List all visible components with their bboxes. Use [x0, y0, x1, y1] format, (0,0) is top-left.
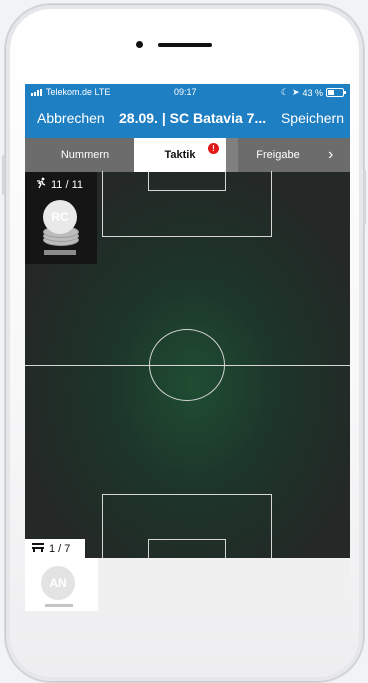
volume-button	[2, 155, 5, 195]
signal-icon	[31, 88, 42, 96]
player-avatar[interactable]: RC	[43, 200, 77, 234]
player-name-placeholder	[44, 250, 76, 255]
tab-bar: Nummern Taktik Freigabe	[25, 138, 350, 172]
page-title: 28.09. | SC Batavia 7...	[119, 110, 267, 126]
bench-count-label: 1 / 7	[49, 542, 71, 555]
cancel-button[interactable]: Abbrechen	[37, 110, 105, 126]
lineup-count: 11 / 11	[35, 177, 83, 192]
alert-badge: !	[208, 143, 219, 154]
player-puck-stack[interactable]: RC	[43, 200, 79, 246]
chevron-right-icon[interactable]: ›	[328, 138, 333, 172]
power-button	[363, 170, 366, 225]
navigation-bar: Abbrechen 28.09. | SC Batavia 7... Speic…	[25, 108, 350, 130]
status-right: ☾ ➤ 43 %	[280, 87, 346, 98]
top-goal-area	[148, 171, 226, 191]
center-circle	[149, 329, 225, 401]
bench-icon	[31, 542, 45, 555]
carrier-info: Telekom.de LTE	[31, 87, 110, 97]
running-player-icon	[35, 177, 47, 192]
bottom-goal-area	[148, 539, 226, 560]
status-bar: Telekom.de LTE 09:17 ☾ ➤ 43 %	[25, 84, 350, 100]
earpiece-speaker	[158, 43, 212, 47]
front-camera	[136, 41, 143, 48]
tab-freigabe[interactable]: Freigabe	[238, 138, 318, 172]
tab-divider	[226, 138, 238, 172]
location-icon: ➤	[291, 87, 300, 97]
bench-player-avatar[interactable]: AN	[41, 566, 75, 600]
bench-area: AN	[25, 558, 350, 611]
battery-percent: 43 %	[302, 87, 323, 98]
lineup-count-label: 11 / 11	[51, 178, 84, 191]
bench-player-name-placeholder	[45, 604, 73, 607]
app-screen: Telekom.de LTE 09:17 ☾ ➤ 43 % Abbrechen …	[25, 84, 350, 611]
top-bar: Telekom.de LTE 09:17 ☾ ➤ 43 % Abbrechen …	[25, 84, 350, 138]
save-button[interactable]: Speichern	[281, 110, 344, 126]
bench-header: 1 / 7	[25, 539, 85, 558]
tab-nummern[interactable]: Nummern	[25, 138, 145, 172]
bench-player-card[interactable]: AN	[25, 558, 98, 611]
battery-icon	[326, 88, 346, 97]
lineup-panel: 11 / 11 RC	[25, 172, 97, 264]
clock: 09:17	[174, 87, 197, 97]
carrier-label: Telekom.de LTE	[46, 87, 111, 97]
moon-icon: ☾	[280, 87, 289, 97]
